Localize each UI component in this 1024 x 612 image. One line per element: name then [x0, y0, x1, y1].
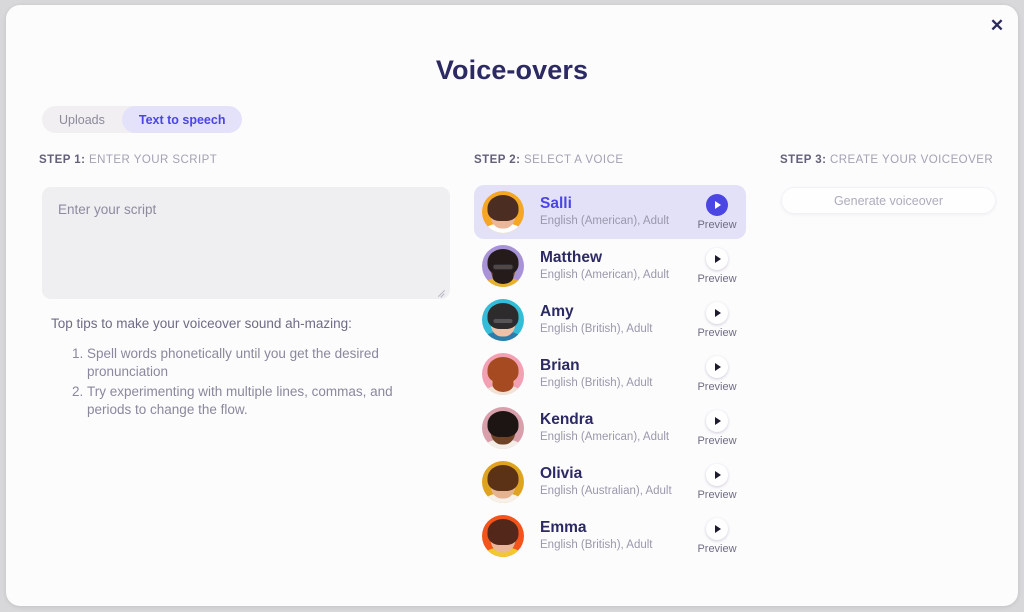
preview-button[interactable]: Preview: [693, 193, 741, 231]
voice-language: English (British), Adult: [540, 377, 653, 390]
voice-name: Emma: [540, 519, 587, 537]
list-item: Spell words phonetically until you get t…: [87, 345, 399, 380]
voice-language: English (Australian), Adult: [540, 485, 672, 498]
voice-language: English (British), Adult: [540, 539, 653, 552]
preview-label: Preview: [697, 488, 737, 501]
step-2-text: SELECT A VOICE: [520, 154, 624, 166]
voice-language: English (American), Adult: [540, 269, 670, 282]
step-2-number: STEP 2:: [474, 154, 521, 166]
voice-name: Amy: [540, 303, 574, 321]
step-3-text: CREATE YOUR VOICEOVER: [826, 154, 994, 166]
play-icon: [706, 301, 728, 324]
voice-language: English (American), Adult: [540, 215, 670, 228]
play-icon: [706, 517, 728, 540]
voice-meta: Olivia English (Australian), Adult: [524, 464, 693, 500]
voice-meta: Emma English (British), Adult: [524, 518, 693, 554]
play-icon: [706, 247, 728, 270]
voice-name: Olivia: [540, 465, 583, 483]
step-1-text: ENTER YOUR SCRIPT: [85, 154, 218, 166]
avatar: [482, 407, 524, 449]
voice-name: Salli: [540, 195, 572, 213]
list-item: Try experimenting with multiple lines, c…: [87, 383, 399, 418]
close-icon[interactable]: ✕: [984, 12, 1010, 38]
avatar: [482, 461, 524, 503]
voice-row[interactable]: Salli English (American), Adult Preview: [474, 185, 746, 239]
voice-row[interactable]: Amy English (British), Adult Preview: [474, 293, 746, 347]
avatar: [482, 245, 524, 287]
step-1-label: STEP 1: ENTER YOUR SCRIPT: [39, 154, 217, 166]
tips-list: Spell words phonetically until you get t…: [69, 345, 399, 421]
preview-button[interactable]: Preview: [693, 247, 741, 285]
preview-label: Preview: [697, 434, 737, 447]
play-icon: [706, 409, 728, 432]
preview-button[interactable]: Preview: [693, 517, 741, 555]
voice-language: English (British), Adult: [540, 323, 653, 336]
voice-meta: Brian English (British), Adult: [524, 356, 693, 392]
voice-row[interactable]: Kendra English (American), Adult Preview: [474, 401, 746, 455]
voice-row[interactable]: Brian English (British), Adult Preview: [474, 347, 746, 401]
tips-title: Top tips to make your voiceover sound ah…: [51, 316, 352, 331]
voice-language: English (American), Adult: [540, 431, 670, 444]
step-3-label: STEP 3: CREATE YOUR VOICEOVER: [780, 154, 993, 166]
preview-button[interactable]: Preview: [693, 463, 741, 501]
script-input[interactable]: [42, 187, 450, 299]
voice-row[interactable]: Matthew English (American), Adult Preview: [474, 239, 746, 293]
tab-uploads[interactable]: Uploads: [42, 106, 122, 133]
preview-label: Preview: [697, 326, 737, 339]
avatar: [482, 191, 524, 233]
avatar: [482, 299, 524, 341]
generate-voiceover-button[interactable]: Generate voiceover: [781, 187, 996, 214]
tab-bar: Uploads Text to speech: [42, 106, 243, 133]
voice-row[interactable]: Olivia English (Australian), Adult Preview: [474, 455, 746, 509]
tab-text-to-speech[interactable]: Text to speech: [121, 106, 243, 133]
avatar: [482, 353, 524, 395]
voice-meta: Salli English (American), Adult: [524, 194, 693, 230]
preview-button[interactable]: Preview: [693, 301, 741, 339]
voiceovers-modal: ✕ Voice-overs Uploads Text to speech STE…: [6, 5, 1018, 606]
play-icon: [706, 355, 728, 378]
play-icon: [706, 463, 728, 486]
step-3-number: STEP 3:: [780, 154, 827, 166]
avatar: [482, 515, 524, 557]
preview-label: Preview: [697, 218, 737, 231]
voice-list: Salli English (American), Adult Preview Mat…: [474, 185, 746, 563]
voice-meta: Matthew English (American), Adult: [524, 248, 693, 284]
preview-label: Preview: [697, 542, 737, 555]
preview-button[interactable]: Preview: [693, 355, 741, 393]
voice-name: Matthew: [540, 249, 602, 267]
voice-name: Brian: [540, 357, 580, 375]
preview-label: Preview: [697, 380, 737, 393]
step-2-label: STEP 2: SELECT A VOICE: [474, 154, 623, 166]
voice-meta: Kendra English (American), Adult: [524, 410, 693, 446]
page-title: Voice-overs: [435, 55, 589, 85]
preview-button[interactable]: Preview: [693, 409, 741, 447]
preview-label: Preview: [697, 272, 737, 285]
step-1-number: STEP 1:: [39, 154, 86, 166]
voice-row[interactable]: Emma English (British), Adult Preview: [474, 509, 746, 563]
play-icon: [706, 193, 728, 216]
voice-name: Kendra: [540, 411, 594, 429]
voice-meta: Amy English (British), Adult: [524, 302, 693, 338]
